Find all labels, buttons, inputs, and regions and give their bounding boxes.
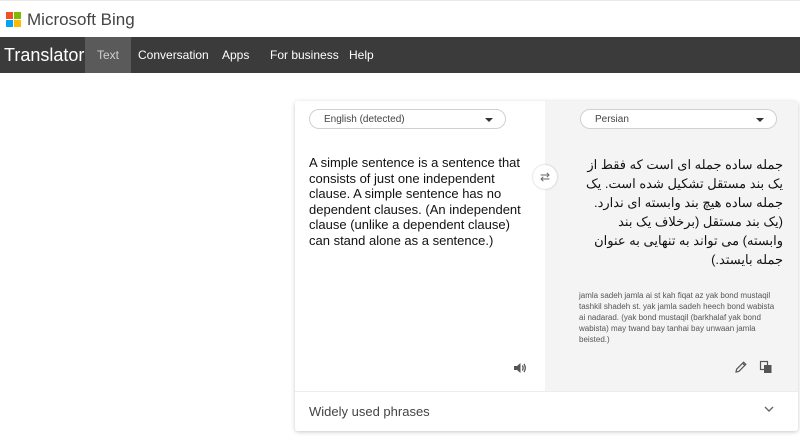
source-language-select[interactable]: English (detected) — [309, 109, 506, 129]
bing-header: Microsoft Bing — [0, 0, 800, 38]
transliteration-text: jamla sadeh jamla ai st kah fiqat az yak… — [579, 291, 775, 344]
target-language-select[interactable]: Persian — [580, 109, 777, 129]
source-language-label: English (detected) — [324, 114, 405, 125]
translator-navbar: Translator Text Conversation Apps For bu… — [0, 37, 800, 73]
target-pane: Persian جمله ساده جمله ای است که فقط از … — [545, 101, 798, 391]
speaker-icon[interactable] — [513, 361, 527, 375]
target-caret-icon — [756, 118, 764, 122]
microsoft-logo-icon[interactable] — [6, 12, 22, 28]
translated-text: جمله ساده جمله ای است که فقط از یک بند م… — [585, 157, 783, 267]
nav-tab-conversation[interactable]: Conversation — [126, 37, 221, 73]
swap-languages-button[interactable]: ⇄ — [533, 165, 557, 189]
phrases-label: Widely used phrases — [309, 404, 430, 419]
source-caret-icon — [485, 118, 493, 122]
source-pane: English (detected) A simple sentence is … — [295, 101, 545, 391]
translator-card: English (detected) A simple sentence is … — [295, 101, 798, 431]
nav-tab-apps[interactable]: Apps — [210, 37, 261, 73]
widely-used-phrases-bar[interactable]: Widely used phrases — [295, 391, 798, 431]
nav-tab-text[interactable]: Text — [85, 37, 132, 73]
target-language-label: Persian — [595, 114, 629, 125]
copy-icon[interactable] — [759, 360, 773, 374]
pencil-icon[interactable] — [734, 360, 748, 374]
nav-tab-help[interactable]: Help — [337, 37, 386, 73]
chevron-down-icon — [764, 406, 774, 412]
brand-name[interactable]: Microsoft Bing — [27, 10, 135, 30]
source-text-input[interactable]: A simple sentence is a sentence that con… — [309, 155, 531, 248]
swap-arrows-icon: ⇄ — [539, 170, 551, 184]
translator-title[interactable]: Translator — [4, 45, 84, 66]
